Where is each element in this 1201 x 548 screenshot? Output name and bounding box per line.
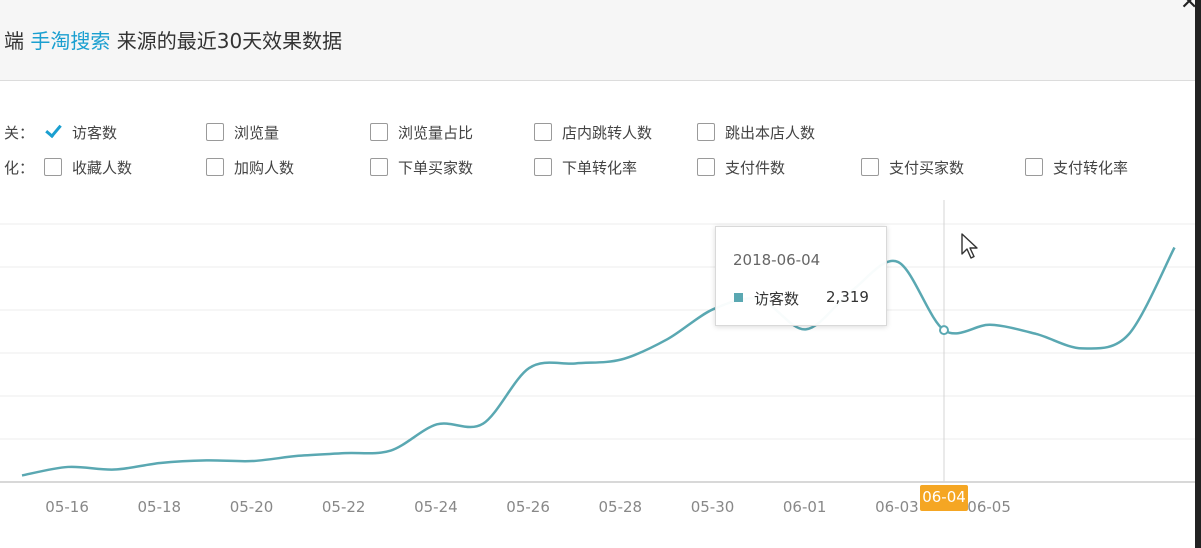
title-prefix: 端 [4,29,24,53]
checkbox-icon[interactable] [534,123,552,141]
tooltip-date: 2018-06-04 [733,251,821,269]
option-pageviews[interactable]: 浏览量 [206,121,279,143]
title-suffix: 来源的最近30天效果数据 [116,29,343,53]
x-tick-label: 05-28 [599,498,643,516]
checkbox-icon[interactable] [206,123,224,141]
checkbox-icon[interactable] [861,158,879,176]
checkbox-icon[interactable] [1025,158,1043,176]
option-add-to-cart[interactable]: 加购人数 [206,156,294,178]
title-source-link[interactable]: 手淘搜索 [30,29,110,53]
tooltip-series-name: 访客数 [754,290,800,308]
checkbox-icon[interactable] [697,158,715,176]
tooltip-series-value: 2,319 [826,288,869,306]
x-tick-label: 05-30 [691,498,735,516]
x-tick-label: 05-18 [138,498,182,516]
option-paid-conversion[interactable]: 支付转化率 [1025,156,1128,178]
chart-tooltip: 2018-06-04 访客数 2,319 [715,226,887,326]
option-visitors[interactable]: 访客数 [44,121,117,143]
option-label: 收藏人数 [72,158,133,177]
mouse-cursor-icon [961,233,978,259]
close-icon[interactable]: ✕ [1180,0,1195,14]
option-label: 支付买家数 [889,158,965,177]
x-tick-label: 06-01 [783,498,827,516]
option-label: 下单买家数 [398,158,474,177]
x-tick-label: 06-03 [875,498,919,516]
row-label-traffic: 关： [4,124,35,142]
option-order-buyers[interactable]: 下单买家数 [370,156,473,178]
x-tick-label: 05-16 [45,498,89,516]
x-tick-label: 05-24 [414,498,458,516]
checkbox-icon[interactable] [206,158,224,176]
checkbox-icon[interactable] [370,158,388,176]
dialog-title: 端 手淘搜索 来源的最近30天效果数据 [4,25,342,54]
option-pageview-share[interactable]: 浏览量占比 [370,121,473,143]
option-label: 浏览量占比 [398,123,474,142]
checkbox-checked-icon[interactable] [44,123,62,141]
row-label-conversion: 化： [4,159,35,177]
checkbox-icon[interactable] [370,123,388,141]
tooltip-series-swatch [734,293,743,302]
x-tick-label: 06-05 [967,498,1011,516]
option-label: 支付件数 [725,158,786,177]
option-label: 访客数 [72,123,118,142]
x-tick-label: 06-04 [922,488,966,506]
option-in-store-jumps[interactable]: 店内跳转人数 [534,121,652,143]
dialog-header: 端 手淘搜索 来源的最近30天效果数据 ✕ [0,0,1195,81]
visitors-line-chart[interactable]: 05-16 05-18 05-20 05-22 05-24 05-26 05-28 05-30… [0,200,1195,540]
hover-data-point[interactable] [939,325,949,336]
x-tick-label: 05-26 [506,498,550,516]
option-label: 加购人数 [234,158,295,177]
option-label: 跳出本店人数 [725,123,816,142]
option-label: 店内跳转人数 [562,123,653,142]
checkbox-icon[interactable] [697,123,715,141]
series-line-visitors[interactable] [21,246,1176,477]
option-label: 浏览量 [234,123,280,142]
option-favorites[interactable]: 收藏人数 [44,156,132,178]
option-paid-items[interactable]: 支付件数 [697,156,785,178]
checkbox-icon[interactable] [44,158,62,176]
option-bounces[interactable]: 跳出本店人数 [697,121,815,143]
x-tick-label: 05-22 [322,498,366,516]
option-label: 下单转化率 [562,158,638,177]
dialog: 端 手淘搜索 来源的最近30天效果数据 ✕ 关： 访客数 浏览量 浏览量占比 店… [0,0,1201,548]
option-label: 支付转化率 [1053,158,1129,177]
checkbox-icon[interactable] [534,158,552,176]
option-order-conversion[interactable]: 下单转化率 [534,156,637,178]
option-paid-buyers[interactable]: 支付买家数 [861,156,964,178]
x-tick-label: 05-20 [230,498,274,516]
